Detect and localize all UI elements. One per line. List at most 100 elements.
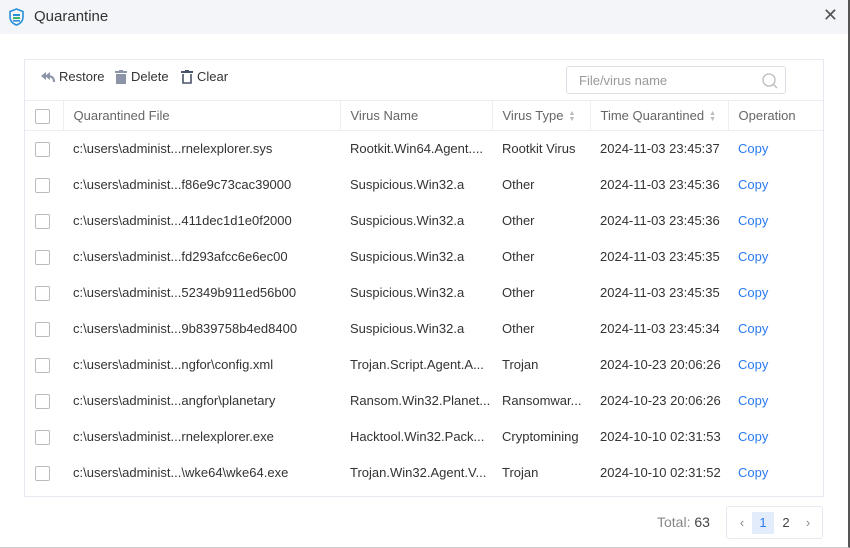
col-operation: Operation	[727, 100, 823, 131]
clear-label: Clear	[197, 69, 229, 84]
row-checkbox[interactable]	[35, 465, 50, 481]
page-1-button[interactable]: 1	[752, 512, 774, 534]
file-path: c:\users\administ...fd293afcc6e6ec00	[73, 249, 288, 264]
file-path: c:\users\administ...rnelexplorer.exe	[73, 429, 274, 444]
virus-name: Ransom.Win32.Planet...	[350, 393, 491, 408]
row-checkbox[interactable]	[35, 141, 50, 157]
row-checkbox[interactable]	[35, 357, 50, 373]
virus-type: Cryptomining	[502, 429, 579, 444]
title-bar: Quarantine ✕	[0, 0, 848, 34]
virus-name: Suspicious.Win32.a	[350, 321, 465, 336]
sort-icon[interactable]: ▲ ▼	[709, 110, 716, 123]
sort-icon[interactable]: ▲ ▼	[568, 110, 575, 123]
copy-link[interactable]: Copy	[738, 465, 768, 480]
table-header: Quarantined File Virus Name Virus Type ▲ ▼…	[25, 100, 823, 131]
col-time-quarantined[interactable]: Time Quarantined ▲ ▼	[589, 100, 728, 131]
virus-name: Suspicious.Win32.a	[350, 285, 465, 300]
quarantine-panel: Restore Delete Clear File/virus name Qua…	[24, 59, 824, 497]
virus-type: Other	[502, 177, 535, 192]
total-count: Total: 63	[657, 514, 710, 530]
time-quarantined: 2024-11-03 23:45:37	[600, 141, 720, 157]
time-quarantined: 2024-10-23 20:06:26	[600, 393, 721, 408]
restore-icon	[41, 71, 55, 82]
row-checkbox[interactable]	[35, 249, 50, 265]
virus-type: Other	[502, 213, 535, 228]
table-row[interactable]: c:\users\administ...411dec1d1e0f2000 Sus…	[25, 203, 823, 239]
copy-link[interactable]: Copy	[738, 429, 768, 444]
time-quarantined: 2024-10-10 02:31:52	[600, 465, 721, 480]
virus-name: Suspicious.Win32.a	[350, 213, 465, 228]
table-row[interactable]: c:\users\administ...52349b911ed56b00 Sus…	[25, 275, 823, 311]
table-row[interactable]: c:\users\administ...fd293afcc6e6ec00 Sus…	[25, 239, 823, 275]
virus-name: Suspicious.Win32.a	[350, 177, 465, 192]
file-path: c:\users\administ...ngfor\config.xml	[73, 357, 274, 372]
select-all-checkbox[interactable]	[35, 108, 50, 124]
time-quarantined: 2024-11-03 23:45:34	[600, 321, 720, 336]
virus-type: Other	[502, 249, 535, 264]
restore-label: Restore	[59, 69, 105, 84]
copy-link[interactable]: Copy	[738, 357, 768, 372]
virus-type: Other	[502, 285, 535, 300]
virus-type: Other	[502, 321, 535, 336]
delete-label: Delete	[131, 69, 169, 84]
virus-type: Rootkit Virus	[502, 141, 576, 157]
row-checkbox[interactable]	[35, 213, 50, 229]
row-checkbox[interactable]	[35, 321, 50, 337]
virus-name: Suspicious.Win32.a	[350, 249, 465, 264]
table-row[interactable]: c:\users\administ...f86e9c73cac39000 Sus…	[25, 167, 823, 203]
virus-name: Trojan.Script.Agent.A...	[350, 357, 484, 372]
virus-type: Trojan	[502, 465, 539, 480]
virus-name: Trojan.Win32.Agent.V...	[350, 465, 487, 480]
search-input[interactable]: File/virus name	[566, 66, 786, 94]
time-quarantined: 2024-10-23 20:06:26	[600, 357, 721, 372]
time-quarantined: 2024-11-03 23:45:35	[600, 285, 720, 300]
table-row[interactable]: c:\users\administ...rnelexplorer.exe Hac…	[25, 419, 823, 455]
row-checkbox[interactable]	[35, 285, 50, 301]
delete-button[interactable]: Delete	[115, 69, 169, 84]
clear-icon	[181, 69, 193, 84]
row-checkbox[interactable]	[35, 429, 50, 445]
copy-link[interactable]: Copy	[738, 177, 768, 192]
time-quarantined: 2024-11-03 23:45:36	[600, 177, 720, 192]
virus-name: Hacktool.Win32.Pack...	[350, 429, 485, 444]
clear-button[interactable]: Clear	[181, 69, 228, 84]
copy-link[interactable]: Copy	[738, 213, 768, 228]
table-row[interactable]: c:\users\administ...angfor\planetary Ran…	[25, 383, 823, 419]
col-quarantined-file: Quarantined File	[62, 100, 340, 131]
file-path: c:\users\administ...angfor\planetary	[73, 393, 276, 408]
file-path: c:\users\administ...rnelexplorer.sys	[73, 141, 273, 157]
row-checkbox[interactable]	[35, 177, 50, 193]
restore-button[interactable]: Restore	[40, 69, 105, 84]
col-virus-type[interactable]: Virus Type ▲ ▼	[491, 100, 590, 131]
virus-type: Trojan	[502, 357, 539, 372]
window-title: Quarantine	[34, 8, 109, 25]
trash-icon	[115, 69, 127, 84]
pagination: ‹ 1 2 ›	[726, 506, 823, 539]
close-icon[interactable]: ✕	[823, 5, 838, 26]
table-row[interactable]: c:\users\administ...rnelexplorer.sys Roo…	[25, 131, 823, 167]
search-icon[interactable]	[761, 72, 779, 90]
time-quarantined: 2024-10-10 02:31:53	[600, 429, 721, 444]
row-checkbox[interactable]	[35, 393, 50, 409]
search-placeholder: File/virus name	[579, 72, 668, 88]
copy-link[interactable]: Copy	[738, 393, 768, 408]
toolbar: Restore Delete Clear File/virus name	[25, 60, 823, 100]
file-path: c:\users\administ...f86e9c73cac39000	[73, 177, 292, 192]
file-path: c:\users\administ...411dec1d1e0f2000	[73, 213, 292, 228]
table-row[interactable]: c:\users\administ...ngfor\config.xml Tro…	[25, 347, 823, 383]
time-quarantined: 2024-11-03 23:45:36	[600, 213, 720, 228]
file-path: c:\users\administ...\wke64\wke64.exe	[73, 465, 289, 480]
quarantine-table: Quarantined File Virus Name Virus Type ▲ ▼…	[25, 100, 823, 491]
copy-link[interactable]: Copy	[738, 321, 768, 336]
next-page-button[interactable]: ›	[801, 512, 815, 534]
table-row[interactable]: c:\users\administ...9b839758b4ed8400 Sus…	[25, 311, 823, 347]
copy-link[interactable]: Copy	[738, 285, 768, 300]
copy-link[interactable]: Copy	[738, 249, 768, 264]
page-2-button[interactable]: 2	[776, 512, 796, 534]
file-path: c:\users\administ...52349b911ed56b00	[73, 285, 297, 300]
copy-link[interactable]: Copy	[738, 141, 768, 156]
table-row[interactable]: c:\users\administ...\wke64\wke64.exe Tro…	[25, 455, 823, 491]
shield-logo-icon	[9, 8, 24, 26]
prev-page-button[interactable]: ‹	[735, 512, 749, 534]
virus-type: Ransomwar...	[502, 393, 582, 408]
